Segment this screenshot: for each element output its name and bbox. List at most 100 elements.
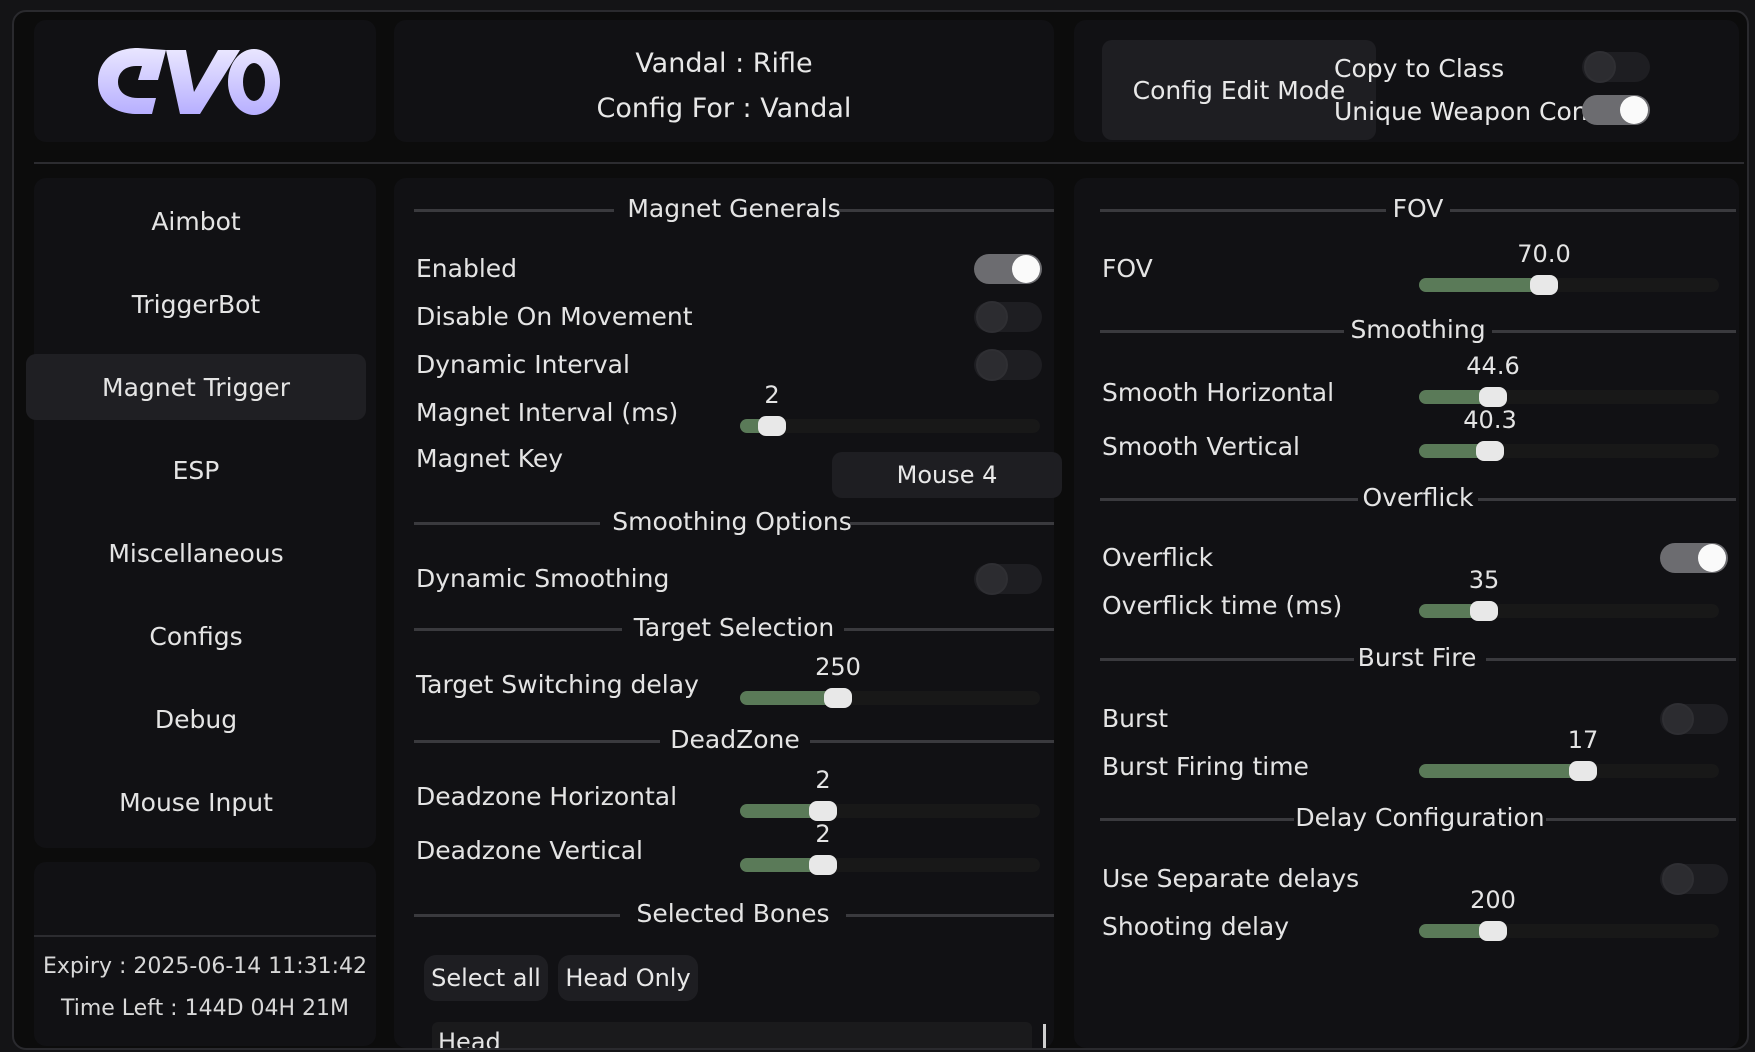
target-switching-delay-label: Target Switching delay: [416, 670, 699, 699]
toggle-knob: [976, 563, 1008, 595]
dynamic-interval-toggle[interactable]: [974, 349, 1042, 381]
toggle-knob: [976, 301, 1008, 333]
dynamic-interval-label: Dynamic Interval: [416, 350, 630, 379]
slider-handle[interactable]: [1569, 761, 1597, 781]
use-separate-delays-toggle[interactable]: [1660, 863, 1728, 895]
slider-value: 2: [815, 766, 831, 794]
toggle-knob: [1698, 544, 1726, 572]
section-delay-configuration: Delay Configuration: [1100, 803, 1736, 833]
sidebar-item-triggerbot[interactable]: TriggerBot: [26, 271, 366, 337]
slider-handle[interactable]: [824, 688, 852, 708]
section-smoothing-options: Smoothing Options: [414, 507, 1054, 537]
app-window: Vandal : Rifle Config For : Vandal Confi…: [12, 10, 1749, 1050]
section-title: DeadZone: [670, 725, 800, 754]
disable-on-movement-toggle[interactable]: [974, 301, 1042, 333]
burst-toggle[interactable]: [1660, 703, 1728, 735]
header-divider: [34, 162, 1744, 164]
toggle-knob: [1662, 703, 1694, 735]
section-title: FOV: [1392, 194, 1444, 223]
slider-value: 35: [1468, 566, 1500, 594]
toggle-knob: [1662, 863, 1694, 895]
bones-list-scrollbar[interactable]: [1043, 1024, 1046, 1048]
slider-value: 70.0: [1517, 240, 1571, 268]
slider-handle[interactable]: [1470, 601, 1498, 621]
slider-fill: [1419, 764, 1583, 778]
bones-list[interactable]: Head: [432, 1022, 1032, 1048]
slider-handle[interactable]: [809, 855, 837, 875]
sidebar-item-mouse-input[interactable]: Mouse Input: [26, 769, 366, 835]
evo-logo: [98, 48, 280, 115]
slider-handle[interactable]: [1479, 921, 1507, 941]
deadzone-horizontal-slider[interactable]: 2: [740, 766, 1040, 821]
dynamic-smoothing-toggle[interactable]: [974, 563, 1042, 595]
target-switching-delay-slider[interactable]: 250: [740, 653, 1040, 708]
overflick-time-slider[interactable]: 35: [1419, 566, 1719, 621]
sidebar-item-magnet-trigger[interactable]: Magnet Trigger: [26, 354, 366, 420]
slider-value: 2: [815, 820, 831, 848]
deadzone-vertical-label: Deadzone Vertical: [416, 836, 643, 865]
deadzone-vertical-slider[interactable]: 2: [740, 820, 1040, 875]
slider-value: 44.6: [1466, 352, 1520, 380]
slider-handle[interactable]: [1479, 387, 1507, 407]
slider-value: 2: [764, 381, 780, 409]
burst-firing-time-slider[interactable]: 17: [1419, 726, 1719, 781]
fov-slider[interactable]: 70.0: [1419, 240, 1719, 295]
shooting-delay-slider[interactable]: 200: [1419, 886, 1719, 941]
sidebar-item-configs[interactable]: Configs: [26, 603, 366, 669]
sidebar-item-miscellaneous[interactable]: Miscellaneous: [26, 520, 366, 586]
section-title: Smoothing Options: [612, 507, 852, 536]
toggle-knob: [1584, 51, 1616, 83]
smooth-vertical-slider[interactable]: 40.3: [1419, 406, 1719, 461]
sidebar-item-esp[interactable]: ESP: [26, 437, 366, 503]
list-item[interactable]: Head: [438, 1028, 501, 1048]
section-overflick: Overflick: [1100, 483, 1736, 513]
dynamic-smoothing-label: Dynamic Smoothing: [416, 564, 670, 593]
sidebar-item-debug[interactable]: Debug: [26, 686, 366, 752]
overflick-toggle[interactable]: [1660, 543, 1728, 573]
enabled-toggle[interactable]: [974, 254, 1042, 284]
copy-to-class-toggle[interactable]: [1582, 51, 1650, 83]
enabled-label: Enabled: [416, 254, 518, 283]
weapon-title: Vandal : Rifle: [635, 48, 813, 79]
sidebar-item-aimbot[interactable]: Aimbot: [26, 188, 366, 254]
section-smoothing: Smoothing: [1100, 315, 1736, 345]
config-for-title: Config For : Vandal: [596, 93, 852, 124]
magnet-key-button[interactable]: Mouse 4: [832, 452, 1062, 498]
fov-label: FOV: [1102, 254, 1153, 283]
slider-value: 250: [815, 653, 861, 681]
section-title: Overflick: [1362, 483, 1474, 512]
burst-firing-time-label: Burst Firing time: [1102, 752, 1309, 781]
copy-to-class-label: Copy to Class: [1334, 54, 1505, 83]
unique-weapon-config-label: Unique Weapon Config: [1334, 97, 1620, 126]
head-only-button[interactable]: Head Only: [558, 955, 698, 1001]
slider-fill: [1419, 278, 1544, 292]
section-title: Burst Fire: [1357, 643, 1477, 672]
magnet-key-label: Magnet Key: [416, 444, 564, 473]
section-magnet-generals: Magnet Generals: [414, 194, 1054, 224]
shooting-delay-label: Shooting delay: [1102, 912, 1290, 941]
overflick-time-label: Overflick time (ms): [1102, 591, 1343, 620]
slider-value: 40.3: [1463, 406, 1517, 434]
section-title: Delay Configuration: [1295, 803, 1545, 832]
logo-panel: [34, 20, 376, 142]
select-all-button[interactable]: Select all: [424, 955, 548, 1001]
slider-handle[interactable]: [1476, 441, 1504, 461]
smooth-vertical-label: Smooth Vertical: [1102, 432, 1300, 461]
expiry-text: Expiry : 2025-06-14 11:31:42: [42, 954, 368, 979]
deadzone-horizontal-label: Deadzone Horizontal: [416, 782, 678, 811]
section-fov: FOV: [1100, 194, 1736, 224]
toggle-knob: [1620, 96, 1648, 124]
slider-handle[interactable]: [758, 416, 786, 436]
slider-handle[interactable]: [809, 801, 837, 821]
magnet-interval-label: Magnet Interval (ms): [416, 398, 679, 427]
smooth-horizontal-slider[interactable]: 44.6: [1419, 352, 1719, 407]
overflick-label: Overflick: [1102, 543, 1214, 572]
slider-value: 200: [1470, 886, 1516, 914]
time-left-text: Time Left : 144D 04H 21M: [60, 996, 350, 1021]
title-panel: Vandal : Rifle Config For : Vandal: [394, 20, 1054, 142]
slider-handle[interactable]: [1530, 275, 1558, 295]
section-title: Smoothing: [1350, 315, 1486, 344]
license-divider: [34, 935, 376, 937]
unique-weapon-config-toggle[interactable]: [1582, 95, 1650, 125]
magnet-interval-slider[interactable]: 2: [740, 381, 1040, 436]
